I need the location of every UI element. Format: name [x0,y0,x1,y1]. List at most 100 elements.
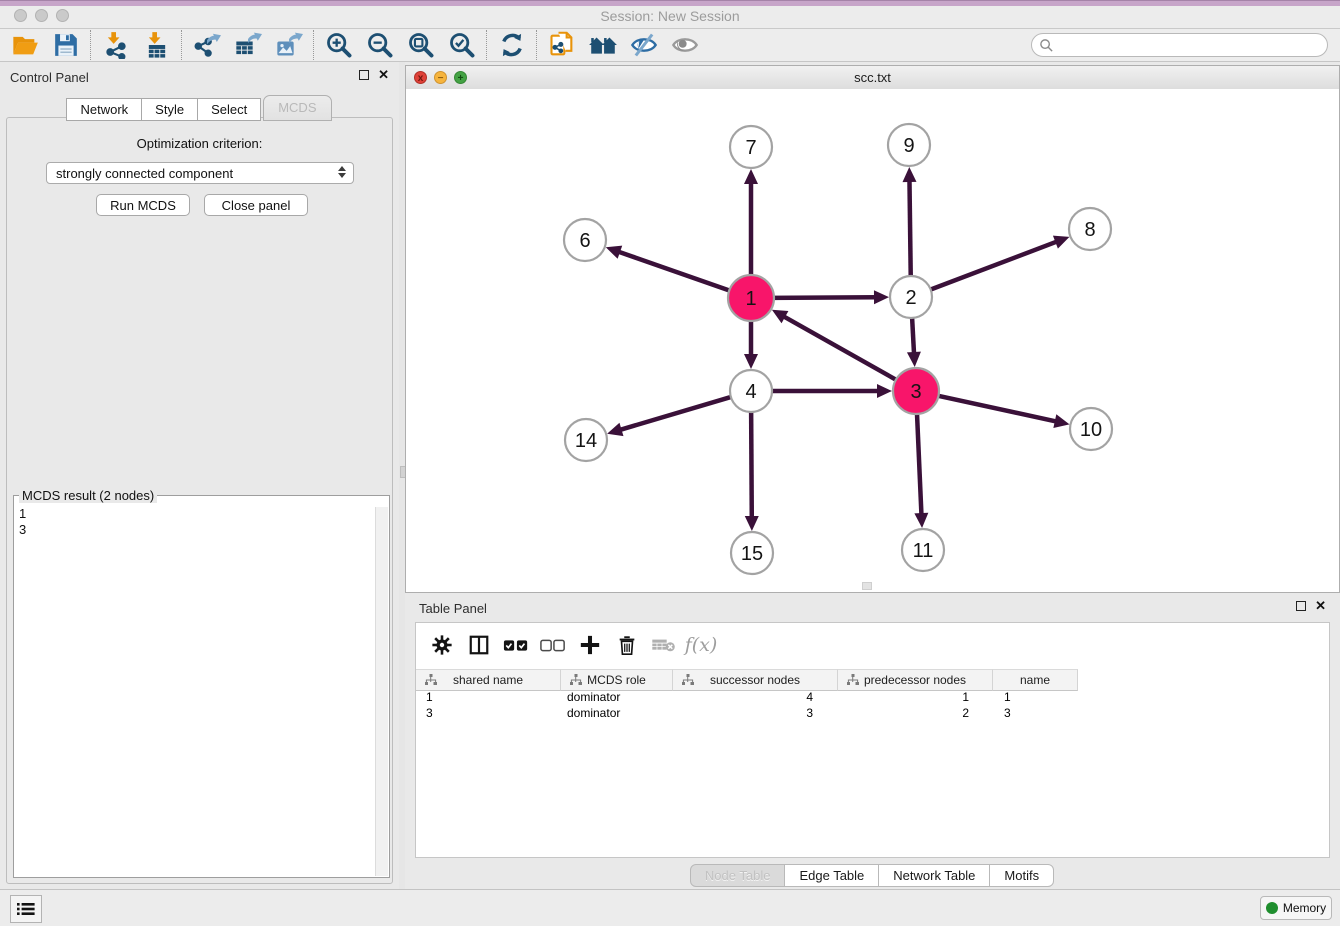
tab-mcds[interactable]: MCDS [263,95,331,121]
graph-edge-1-4[interactable] [744,319,758,369]
network-canvas[interactable]: 7 9 6 8 1 2 4 3 14 10 15 11 [406,89,1339,592]
save-session-button[interactable] [45,30,86,61]
graph-edge-4-15[interactable] [745,410,759,531]
cell-successor-nodes[interactable]: 3 [673,705,838,721]
cell-shared-name[interactable]: 1 [416,689,561,705]
clear-selection-button[interactable] [539,631,567,659]
float-panel-icon[interactable] [359,70,369,80]
graph-node-15[interactable]: 15 [731,532,773,574]
add-column-button[interactable] [576,631,604,659]
float-table-panel-icon[interactable] [1296,601,1306,611]
select-all-button[interactable] [502,631,530,659]
graph-edge-2-3[interactable] [907,316,921,367]
cell-predecessor-nodes[interactable]: 1 [838,689,993,705]
graph-node-1[interactable]: 1 [728,275,774,321]
graph-edge-3-1[interactable] [772,310,898,381]
graph-edge-1-2[interactable] [772,290,889,304]
toolbar-separator [313,30,314,60]
result-scrollbar[interactable] [375,507,388,876]
show-columns-button[interactable] [465,631,493,659]
graph-node-9[interactable]: 9 [888,124,930,166]
tab-style[interactable]: Style [141,98,198,121]
graph-edge-3-10[interactable] [937,395,1070,428]
graph-node-8[interactable]: 8 [1069,208,1111,250]
houses-icon [588,32,618,58]
table-row[interactable]: 3 dominator 3 2 3 [416,705,1329,721]
svg-text:11: 11 [913,540,934,562]
network-window-titlebar[interactable]: x − + scc.txt [406,66,1339,90]
cell-predecessor-nodes[interactable]: 2 [838,705,993,721]
svg-text:4: 4 [745,381,756,403]
export-table-button[interactable] [227,30,268,61]
close-panel-icon[interactable]: ✕ [378,70,389,80]
cell-shared-name[interactable]: 3 [416,705,561,721]
hide-graphics-details-button[interactable] [623,30,664,61]
graph-edge-4-14[interactable] [607,396,733,436]
column-header-successor-nodes[interactable]: successor nodes [673,669,838,691]
import-table-button[interactable] [136,30,177,61]
import-network-icon [102,31,130,59]
graph-node-10[interactable]: 10 [1070,408,1112,450]
cell-successor-nodes[interactable]: 4 [673,689,838,705]
column-type-icon [847,674,859,686]
memory-status-icon [1266,902,1278,914]
column-type-icon [425,674,437,686]
criterion-select[interactable]: strongly connected component [46,162,354,184]
tab-select[interactable]: Select [197,98,261,121]
column-header-shared-name[interactable]: shared name [416,669,561,691]
tab-node-table[interactable]: Node Table [690,864,786,887]
zoom-fit-button[interactable] [400,30,441,61]
tab-network-table[interactable]: Network Table [878,864,990,887]
column-header-mcds-role[interactable]: MCDS role [561,669,673,691]
svg-text:1: 1 [745,288,756,310]
column-header-predecessor-nodes[interactable]: predecessor nodes [838,669,993,691]
first-neighbors-button[interactable] [582,30,623,61]
memory-button[interactable]: Memory [1260,896,1332,920]
graph-edge-2-9[interactable] [902,167,916,278]
cell-mcds-role[interactable]: dominator [561,689,673,705]
graph-edge-2-8[interactable] [929,236,1070,291]
export-network-button[interactable] [186,30,227,61]
zoom-selected-button[interactable] [441,30,482,61]
graph-node-6[interactable]: 6 [564,219,606,261]
delete-column-button[interactable] [613,631,641,659]
function-builder-button[interactable]: f(x) [687,631,715,659]
show-graphics-details-button[interactable] [664,30,705,61]
open-file-button[interactable] [4,30,45,61]
trash-icon [617,634,637,656]
graph-edge-1-7[interactable] [744,169,758,277]
graph-node-14[interactable]: 14 [565,419,607,461]
search-input[interactable] [1054,37,1308,53]
clone-network-button[interactable] [541,30,582,61]
import-network-button[interactable] [95,30,136,61]
graph-node-2[interactable]: 2 [890,276,932,318]
graph-node-7[interactable]: 7 [730,126,772,168]
close-table-panel-icon[interactable]: ✕ [1315,601,1326,611]
zoom-in-button[interactable] [318,30,359,61]
table-row[interactable]: 1 dominator 4 1 1 [416,689,1329,705]
task-history-button[interactable] [10,895,42,923]
graph-edge-3-11[interactable] [914,412,928,528]
delete-table-button[interactable] [650,631,678,659]
tab-motifs[interactable]: Motifs [989,864,1054,887]
graph-edge-4-3[interactable] [770,384,892,398]
search-field[interactable] [1031,33,1328,57]
zoom-out-button[interactable] [359,30,400,61]
refresh-layout-button[interactable] [491,30,532,61]
network-scroll-handle[interactable] [862,582,872,590]
graph-node-4[interactable]: 4 [730,370,772,412]
gear-button[interactable] [428,631,456,659]
cell-name[interactable]: 1 [993,689,1078,705]
gear-icon [431,634,453,656]
graph-node-11[interactable]: 11 [902,529,944,571]
close-panel-button[interactable]: Close panel [204,194,308,216]
export-image-button[interactable] [268,30,309,61]
cell-name[interactable]: 3 [993,705,1078,721]
graph-edge-1-6[interactable] [606,246,731,291]
tab-network[interactable]: Network [66,98,142,121]
run-mcds-button[interactable]: Run MCDS [96,194,190,216]
tab-edge-table[interactable]: Edge Table [784,864,879,887]
cell-mcds-role[interactable]: dominator [561,705,673,721]
graph-node-3[interactable]: 3 [893,368,939,414]
column-header-name[interactable]: name [993,669,1078,691]
